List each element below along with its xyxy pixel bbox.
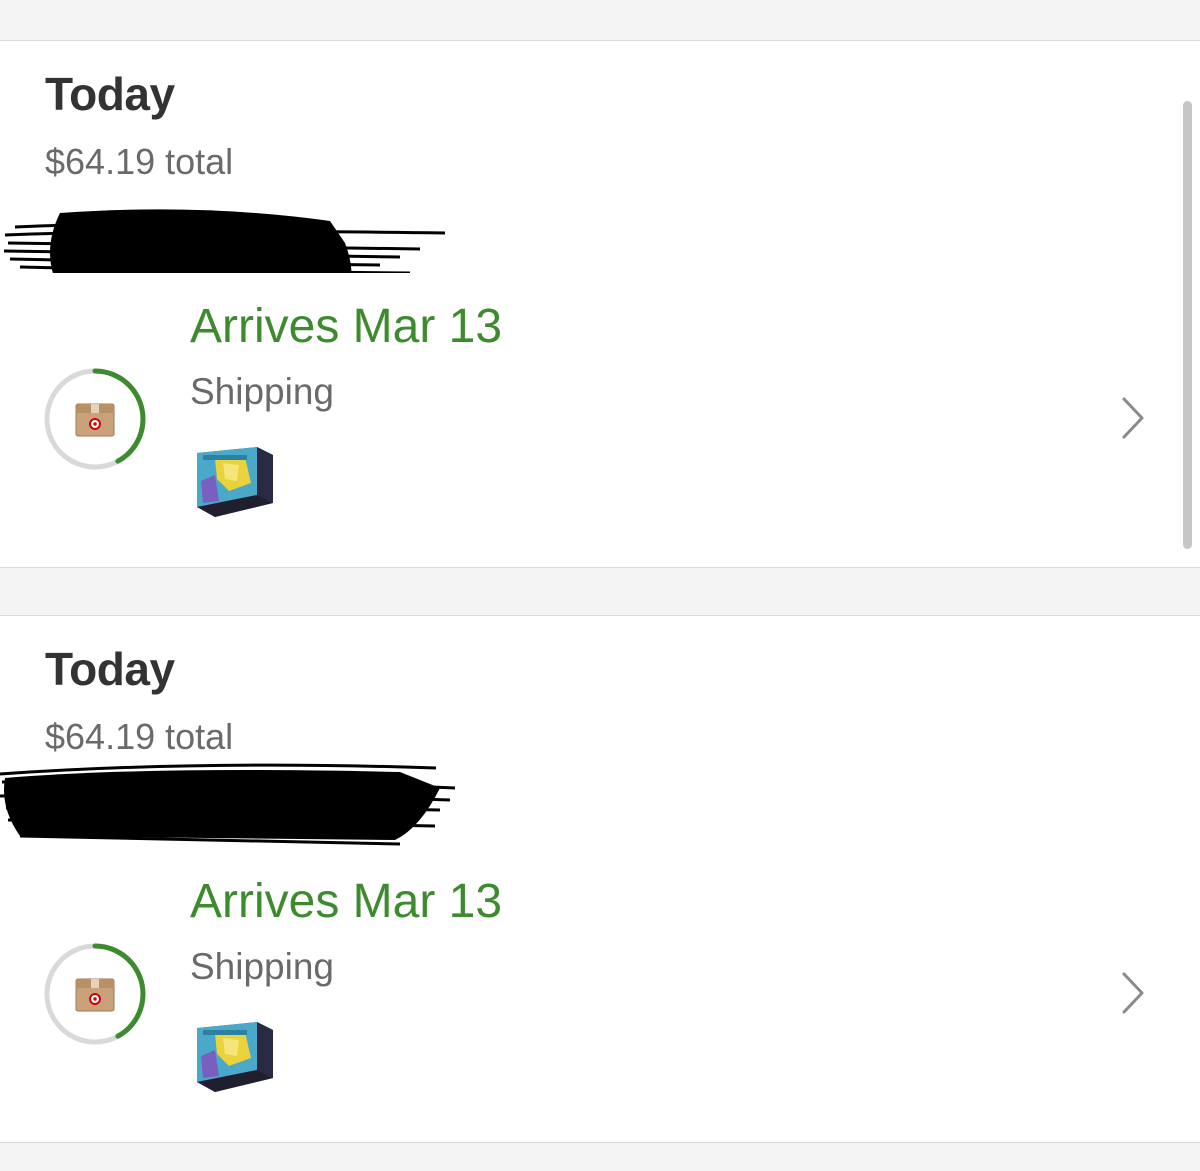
arrival-date: Arrives Mar 13 [190, 300, 503, 353]
order-card[interactable]: Today $64.19 total Arrives Mar 13 Shippi… [0, 615, 1200, 1143]
package-box-icon [75, 978, 115, 1012]
arrival-date: Arrives Mar 13 [190, 875, 503, 928]
shipping-status: Shipping [190, 371, 335, 412]
shipping-status: Shipping [190, 946, 335, 987]
shipping-progress-ring [44, 943, 146, 1045]
redaction-scribble [0, 763, 456, 846]
chevron-right-icon[interactable] [1112, 966, 1152, 1020]
order-date: Today [45, 643, 175, 695]
package-box-icon [75, 403, 115, 437]
product-thumbnail [197, 447, 273, 517]
redaction-scribble [3, 209, 446, 273]
order-date: Today [45, 68, 175, 120]
shipping-progress-ring [44, 368, 146, 470]
chevron-right-icon[interactable] [1112, 391, 1152, 445]
scrollbar[interactable] [1183, 101, 1192, 549]
product-thumbnail [197, 1022, 273, 1092]
order-card[interactable]: Today $64.19 total Arrives Mar 13 Shippi… [0, 40, 1200, 568]
